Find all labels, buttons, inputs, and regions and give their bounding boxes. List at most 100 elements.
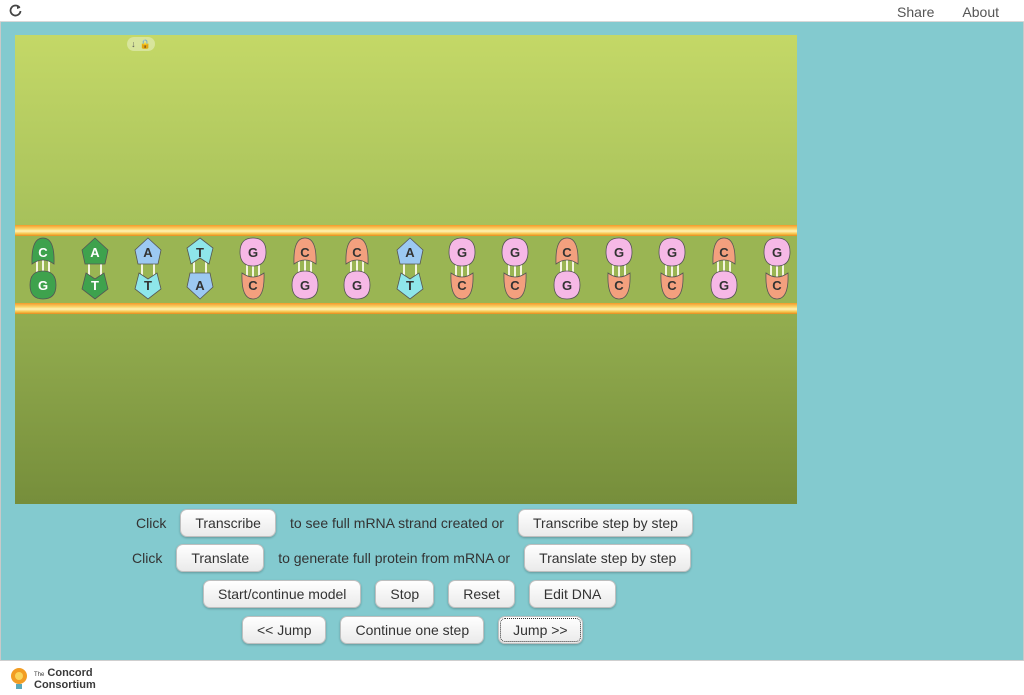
base-pair[interactable]: TA (185, 236, 215, 303)
svg-text:A: A (405, 245, 415, 260)
bottom-base-C[interactable]: C (447, 269, 477, 301)
base-pair[interactable]: CG (709, 236, 739, 303)
bottom-base-G[interactable]: G (28, 269, 58, 301)
bottom-base-G[interactable]: G (342, 269, 372, 301)
bottom-base-T[interactable]: T (80, 269, 110, 301)
svg-text:G: G (562, 278, 572, 293)
top-base-A[interactable]: A (395, 236, 425, 268)
bottom-base-C[interactable]: C (657, 269, 687, 301)
footer: The Concord Consortium (0, 660, 1024, 695)
top-base-G[interactable]: G (500, 236, 530, 268)
svg-text:C: C (248, 278, 258, 293)
base-pair[interactable]: AT (80, 236, 110, 303)
top-base-A[interactable]: A (133, 236, 163, 268)
top-base-T[interactable]: T (185, 236, 215, 268)
lock-icon[interactable]: 🔒 (140, 39, 151, 50)
svg-text:C: C (719, 245, 729, 260)
transcribe-text: to see full mRNA strand created or (289, 515, 504, 531)
svg-text:G: G (38, 278, 48, 293)
bottom-base-G[interactable]: G (290, 269, 320, 301)
svg-text:C: C (457, 278, 467, 293)
bottom-base-A[interactable]: A (185, 269, 215, 301)
bottom-base-C[interactable]: C (500, 269, 530, 301)
start-continue-button[interactable]: Start/continue model (203, 580, 362, 608)
top-base-C[interactable]: C (552, 236, 582, 268)
main-panel: ↓ 🔒 CGATATTAGCCGCGATGCGCCGGCGCCGGC Click… (0, 22, 1024, 660)
svg-text:C: C (615, 278, 625, 293)
concord-logo[interactable]: The Concord Consortium (8, 666, 96, 692)
info-icon[interactable]: ↓ (131, 39, 136, 49)
top-base-C[interactable]: C (342, 236, 372, 268)
share-link[interactable]: Share (897, 4, 934, 20)
base-pair[interactable]: CG (290, 236, 320, 303)
translate-row: Click Translate to generate full protein… (132, 544, 692, 572)
dna-backbone-top (15, 225, 797, 236)
model-controls-row: Start/continue model Stop Reset Edit DNA (203, 580, 617, 608)
svg-text:G: G (248, 245, 258, 260)
lock-controls[interactable]: ↓ 🔒 (127, 37, 155, 51)
svg-text:C: C (38, 245, 48, 260)
reset-button[interactable]: Reset (448, 580, 515, 608)
bottom-base-T[interactable]: T (395, 269, 425, 301)
transcribe-row: Click Transcribe to see full mRNA strand… (136, 509, 693, 537)
svg-text:G: G (510, 245, 520, 260)
svg-text:G: G (614, 245, 624, 260)
top-base-G[interactable]: G (657, 236, 687, 268)
bottom-base-C[interactable]: C (604, 269, 634, 301)
top-base-C[interactable]: C (28, 236, 58, 268)
lightbulb-icon (11, 668, 27, 689)
bottom-base-G[interactable]: G (552, 269, 582, 301)
click-label: Click (136, 515, 167, 531)
top-base-C[interactable]: C (290, 236, 320, 268)
jump-forward-button[interactable]: Jump >> (498, 616, 583, 644)
top-base-G[interactable]: G (238, 236, 268, 268)
translate-text: to generate full protein from mRNA or (278, 550, 511, 566)
top-base-G[interactable]: G (604, 236, 634, 268)
reload-icon[interactable] (9, 4, 22, 17)
svg-text:T: T (91, 278, 99, 293)
svg-text:G: G (300, 278, 310, 293)
transcribe-step-button[interactable]: Transcribe step by step (517, 509, 693, 537)
svg-text:T: T (196, 245, 204, 260)
dna-backbone-bottom (15, 303, 797, 314)
base-pair[interactable]: AT (395, 236, 425, 303)
svg-text:G: G (772, 245, 782, 260)
base-pair[interactable]: AT (133, 236, 163, 303)
translate-button[interactable]: Translate (176, 544, 265, 572)
svg-text:C: C (510, 278, 520, 293)
base-pair[interactable]: GC (500, 236, 530, 303)
base-pair[interactable]: GC (238, 236, 268, 303)
bottom-base-G[interactable]: G (709, 269, 739, 301)
svg-text:C: C (667, 278, 677, 293)
translate-step-button[interactable]: Translate step by step (524, 544, 692, 572)
base-pair[interactable]: GC (447, 236, 477, 303)
top-bar: Share About (0, 0, 1024, 22)
bottom-base-C[interactable]: C (762, 269, 792, 301)
edit-dna-button[interactable]: Edit DNA (528, 580, 617, 608)
bottom-base-T[interactable]: T (133, 269, 163, 301)
bottom-base-C[interactable]: C (238, 269, 268, 301)
logo-line1: Concord (47, 667, 93, 679)
base-pair[interactable]: CG (342, 236, 372, 303)
svg-text:C: C (562, 245, 572, 260)
jump-back-button[interactable]: << Jump (242, 616, 327, 644)
top-base-A[interactable]: A (80, 236, 110, 268)
base-pair[interactable]: GC (657, 236, 687, 303)
stop-button[interactable]: Stop (375, 580, 435, 608)
svg-text:A: A (91, 245, 101, 260)
base-pair[interactable]: CG (552, 236, 582, 303)
top-base-C[interactable]: C (709, 236, 739, 268)
svg-text:G: G (667, 245, 677, 260)
top-base-G[interactable]: G (762, 236, 792, 268)
transcribe-button[interactable]: Transcribe (180, 509, 276, 537)
top-base-G[interactable]: G (447, 236, 477, 268)
svg-text:C: C (300, 245, 310, 260)
base-pair[interactable]: CG (28, 236, 58, 303)
about-link[interactable]: About (962, 4, 999, 20)
svg-text:G: G (352, 278, 362, 293)
continue-one-step-button[interactable]: Continue one step (340, 616, 485, 644)
base-pair[interactable]: GC (604, 236, 634, 303)
logo-small-text: The (34, 672, 45, 678)
dna-model-canvas[interactable]: ↓ 🔒 CGATATTAGCCGCGATGCGCCGGCGCCGGC (15, 35, 797, 504)
base-pair[interactable]: GC (762, 236, 792, 303)
